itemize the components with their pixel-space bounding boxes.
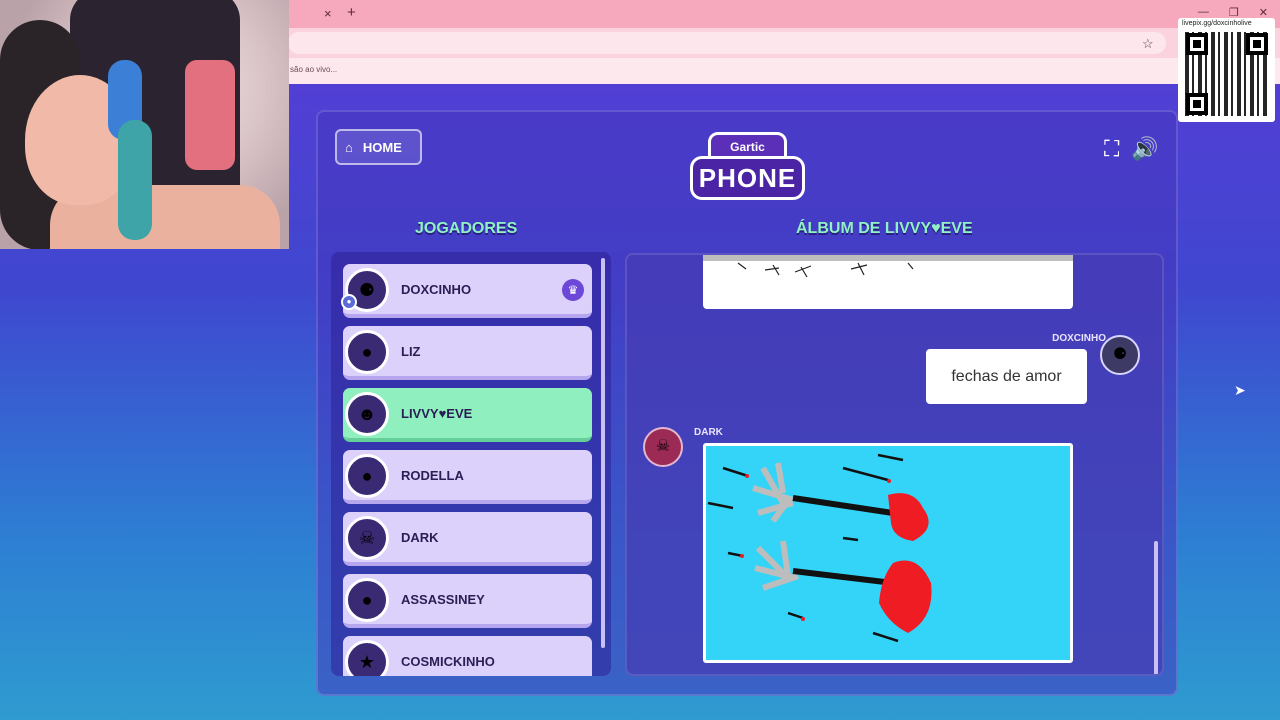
player-row[interactable]: ☻ LIVVY♥EVE [343,388,592,442]
user-badge-icon: ● [341,294,357,310]
bookmark-item[interactable]: são ao vivo... [290,65,337,74]
drawing-author-avatar: ☠ [643,427,683,467]
player-name: ASSASSINEY [401,592,485,607]
fullscreen-icon[interactable]: ⛶ [1104,136,1119,162]
host-crown-icon: ♛ [562,279,584,301]
qr-finder [1186,93,1208,115]
webcam-chair-accent [185,60,235,170]
player-avatar: ● [345,330,389,374]
qr-finder [1186,33,1208,55]
top-controls: ⛶ 🔊 [1104,136,1159,162]
message-author-avatar: ⚈ [1100,335,1140,375]
logo-main-text: PHONE [690,156,805,200]
player-row[interactable]: ● LIZ [343,326,592,380]
mouse-cursor-icon: ➤ [1234,382,1246,398]
home-icon: ⌂ [345,139,353,155]
qr-overlay: livepix.gg/doxcinholive [1178,18,1275,122]
player-row[interactable]: ● RODELLA [343,450,592,504]
players-scrollbar[interactable] [601,258,605,648]
player-name: COSMICKINHO [401,654,495,669]
drawing-arrows-of-love [706,446,1070,660]
players-heading: JOGADORES [415,220,518,237]
players-list: ⚈ ● DOXCINHO ♛ ● LIZ ☻ LIVVY♥EVE ● RODELLA ☠ DARK ● A… [331,252,611,676]
webcam-hair-braid [118,120,152,240]
player-row[interactable]: ⚈ ● DOXCINHO ♛ [341,264,592,318]
gartic-phone-logo: Gartic PHONE [690,132,805,204]
player-name: DOXCINHO [401,282,472,297]
player-avatar: ☠ [345,516,389,560]
drawing-canvas [703,443,1073,663]
player-avatar: ☻ [345,392,389,436]
qr-finder [1246,33,1268,55]
player-avatar: ● [345,454,389,498]
album-panel: DOXCINHO ⚈ fechas de amor ☠ DARK [625,253,1164,676]
message-bubble: fechas de amor [926,349,1087,404]
player-row[interactable]: ☠ DARK [343,512,592,566]
album-scrollbar[interactable] [1154,541,1158,674]
home-label: HOME [362,139,402,155]
player-row[interactable]: ● ASSASSINEY [343,574,592,628]
player-avatar: ★ [345,640,389,676]
message-text: fechas de amor [951,367,1062,385]
webcam-overlay [0,0,289,249]
player-name: LIVVY♥EVE [401,406,473,421]
volume-icon[interactable]: 🔊 [1131,136,1158,162]
previous-drawing-sketch [703,255,1073,278]
drawing-author: DARK [694,427,723,438]
bookmark-star-icon[interactable]: ☆ [1142,36,1154,52]
message-author: DOXCINHO [1052,333,1106,344]
album-heading: ÁLBUM DE LIVVY♥EVE [796,220,973,237]
previous-drawing [703,255,1073,309]
qr-label: livepix.gg/doxcinholive [1182,20,1252,27]
address-bar[interactable] [288,32,1166,54]
player-row[interactable]: ★ COSMICKINHO [343,636,592,676]
player-name: RODELLA [401,468,464,483]
player-name: LIZ [401,344,421,359]
player-avatar: ● [345,578,389,622]
close-tab-icon[interactable]: × [324,6,332,21]
home-button[interactable]: ⌂ HOME [335,129,422,165]
player-name: DARK [401,530,439,545]
new-tab-icon[interactable]: + [347,4,356,21]
